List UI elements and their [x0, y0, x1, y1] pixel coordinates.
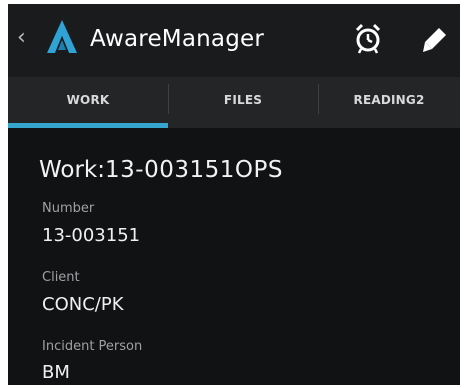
incident-person-label: Incident Person — [42, 339, 143, 354]
work-title-prefix: Work: — [39, 157, 105, 183]
number-value: 13-003151 — [42, 225, 141, 246]
pencil-icon[interactable] — [420, 22, 450, 56]
number-label: Number — [42, 201, 95, 216]
client-value: CONC/PK — [42, 294, 124, 315]
client-label: Client — [42, 270, 80, 285]
awaremanager-logo-icon — [47, 20, 77, 53]
work-title: Work:13-003151OPS — [39, 155, 283, 185]
app-screen: ‹ AwareManager WORK FILES READING2 Work:… — [8, 4, 460, 385]
work-title-value: 13-003151OPS — [105, 157, 283, 183]
work-details: Work:13-003151OPS Number 13-003151 Clien… — [8, 128, 460, 385]
alarm-clock-icon[interactable] — [353, 21, 383, 55]
app-title: AwareManager — [90, 26, 265, 52]
action-bar: ‹ AwareManager — [8, 4, 460, 77]
tab-work[interactable]: WORK — [8, 77, 168, 128]
tab-bar: WORK FILES READING2 — [8, 77, 460, 128]
tab-reading2[interactable]: READING2 — [318, 77, 460, 128]
tab-divider — [168, 84, 169, 114]
tab-divider — [318, 84, 319, 114]
chevron-left-icon[interactable]: ‹ — [17, 25, 31, 51]
incident-person-value: BM — [42, 362, 70, 383]
tab-files[interactable]: FILES — [168, 77, 318, 128]
